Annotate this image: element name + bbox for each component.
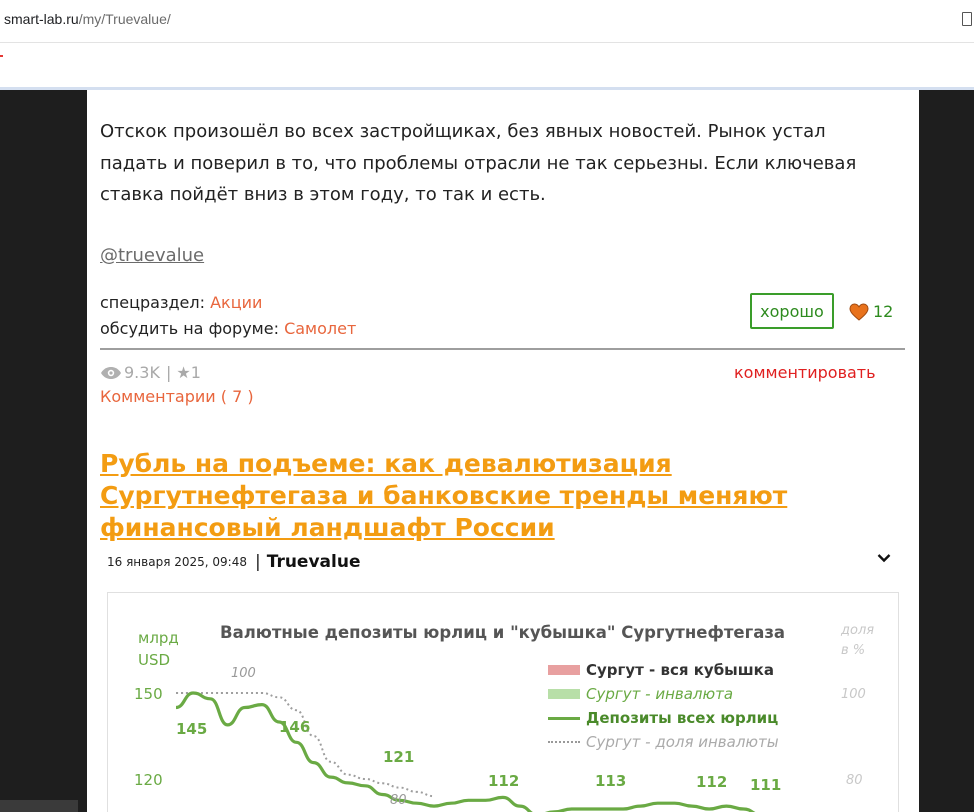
url-text[interactable]: smart-lab.ru/my/Truevalue/: [4, 11, 171, 27]
bookmarks-bar: [0, 43, 974, 90]
views-count: 9.3K: [124, 363, 160, 382]
divider: [100, 348, 905, 350]
page-content: Отскок произошёл во всех застройщиках, б…: [87, 90, 919, 812]
legend-item: Сургут - доля инвалюты: [548, 733, 779, 751]
legend-swatch: [548, 665, 580, 675]
article-author-link[interactable]: Truevalue: [267, 552, 361, 572]
chart-y2label: доля в %: [841, 623, 875, 658]
data-label: 111: [750, 776, 782, 794]
comments-link[interactable]: Комментарии ( 7 ): [100, 387, 254, 406]
data-label: 80: [390, 793, 407, 808]
forum-link[interactable]: Самолет: [284, 319, 356, 338]
legend-swatch: [548, 689, 580, 699]
subsection-line: спецраздел: Акции: [100, 293, 262, 312]
stars-count: | ★1: [165, 363, 201, 382]
y-tick-label: 120: [134, 771, 163, 789]
chevron-down-icon[interactable]: [877, 553, 891, 563]
heart-icon: [849, 302, 869, 321]
subsection-link[interactable]: Акции: [210, 293, 262, 312]
likes-count: 12: [873, 302, 894, 321]
subsection-label: спецраздел:: [100, 293, 205, 312]
address-bar[interactable]: smart-lab.ru/my/Truevalue/: [0, 0, 974, 43]
forum-label: обсудить на форуме:: [100, 319, 279, 338]
data-label: 100: [231, 666, 256, 681]
forum-line: обсудить на форуме: Самолет: [100, 319, 356, 338]
legend-item: Сургут - вся кубышка: [548, 661, 774, 679]
eye-icon: [101, 366, 121, 379]
post-text: Отскок произошёл во всех застройщиках, б…: [100, 121, 857, 205]
article-title-link[interactable]: Рубль на подъеме: как девалютизация Сург…: [100, 448, 900, 544]
y2-tick-label: 100: [841, 687, 866, 702]
red-mark-icon: [0, 55, 3, 57]
post-stats: 9.3K | ★1: [100, 363, 201, 382]
data-label: 121: [383, 748, 415, 766]
chart-ylabel: млрд USD: [138, 629, 179, 669]
article-meta: 16 января 2025, 09:48 | Truevalue: [107, 552, 360, 572]
chart-image: млрд USD Валютные депозиты юрлиц и "кубы…: [107, 592, 899, 812]
good-button[interactable]: хорошо: [750, 293, 834, 329]
likes-counter[interactable]: 12: [849, 302, 893, 321]
legend-item: Сургут - инвалюта: [548, 685, 733, 703]
page-icon[interactable]: [962, 12, 972, 26]
article-date: 16 января 2025, 09:48: [107, 555, 247, 569]
legend-swatch: [548, 741, 580, 743]
data-label: 146: [279, 718, 311, 736]
y2-tick-label: 80: [846, 773, 863, 788]
y-tick-label: 150: [134, 685, 163, 703]
series-line-share: [176, 692, 435, 798]
legend-swatch: [548, 716, 580, 720]
meta-separator: |: [254, 552, 261, 572]
comment-button[interactable]: комментировать: [734, 363, 876, 382]
data-label: 112: [488, 772, 520, 790]
side-panel-edge: [0, 800, 78, 812]
data-label: 145: [176, 720, 208, 738]
author-handle-link[interactable]: @truevalue: [100, 245, 204, 266]
data-label: 113: [595, 772, 627, 790]
data-label: 112: [696, 773, 728, 791]
chart-title: Валютные депозиты юрлиц и "кубышка" Сург…: [220, 623, 786, 642]
legend-item: Депозиты всех юрлиц: [548, 709, 778, 727]
